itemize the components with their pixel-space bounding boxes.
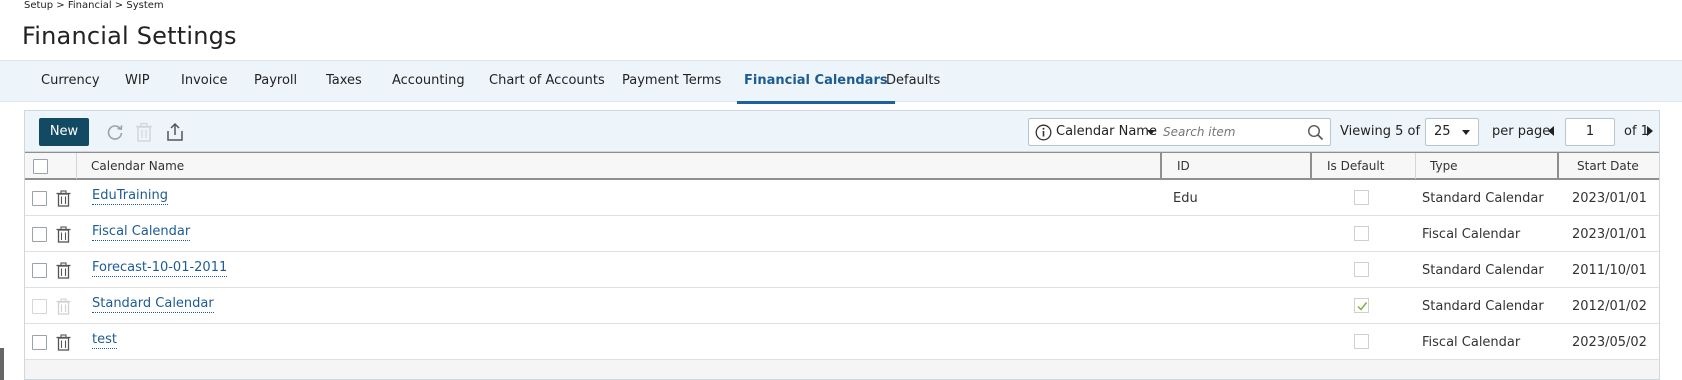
column-resize-handle[interactable] (1557, 153, 1559, 179)
calendar-type: Standard Calendar (1422, 191, 1544, 206)
calendar-name-link[interactable]: Standard Calendar (92, 296, 214, 313)
start-date: 2023/05/02 (1572, 335, 1647, 350)
calendar-type: Fiscal Calendar (1422, 335, 1521, 350)
tab-currency[interactable]: Currency (41, 61, 100, 102)
window-edge (0, 348, 4, 380)
is-default-checkbox (1354, 190, 1369, 205)
calendar-type: Standard Calendar (1422, 263, 1544, 278)
table-row[interactable]: Fiscal Calendar Fiscal Calendar 2023/01/… (25, 216, 1659, 252)
calendars-grid-panel: New Calendar Name Viewing 5 of 5 25 (24, 110, 1660, 380)
viewing-count: Viewing 5 of 5 (1340, 124, 1432, 139)
calendar-type: Standard Calendar (1422, 299, 1544, 314)
column-resize-handle[interactable] (1310, 153, 1312, 179)
row-checkbox[interactable] (32, 335, 47, 350)
column-divider (1415, 153, 1416, 179)
calendar-name-link[interactable]: Fiscal Calendar (92, 224, 191, 241)
table-row[interactable]: test Fiscal Calendar 2023/05/02 (25, 324, 1659, 360)
delete-icon[interactable] (134, 122, 154, 142)
tab-invoice[interactable]: Invoice (181, 61, 227, 102)
is-default-checkbox (1354, 298, 1369, 313)
next-page-icon[interactable] (1647, 126, 1653, 136)
tab-defaults[interactable]: Defaults (886, 61, 940, 102)
column-resize-handle[interactable] (1160, 153, 1162, 179)
info-icon[interactable] (1035, 124, 1052, 145)
tab-payroll[interactable]: Payroll (254, 61, 297, 102)
search-box: Calendar Name (1028, 118, 1331, 146)
calendar-type: Fiscal Calendar (1422, 227, 1521, 242)
chevron-down-icon[interactable] (1147, 130, 1155, 135)
calendar-name-link[interactable]: Forecast-10-01-2011 (92, 260, 228, 277)
search-icon[interactable] (1307, 124, 1324, 145)
new-button[interactable]: New (39, 118, 89, 146)
per-page-label: per page (1492, 124, 1551, 139)
tab-payment-terms[interactable]: Payment Terms (622, 61, 721, 102)
trash-icon[interactable] (56, 226, 71, 247)
trash-icon[interactable] (56, 262, 71, 283)
calendar-name-link[interactable]: EduTraining (92, 188, 169, 205)
tab-financial-calendars[interactable]: Financial Calendars (737, 61, 895, 104)
refresh-icon[interactable] (105, 122, 125, 142)
select-all-checkbox[interactable] (33, 159, 48, 174)
page-title: Financial Settings (22, 22, 237, 50)
column-header-is-default[interactable]: Is Default (1327, 153, 1384, 179)
tab-chart-of-accounts[interactable]: Chart of Accounts (489, 61, 605, 102)
table-row[interactable]: EduTraining Edu Standard Calendar 2023/0… (25, 180, 1659, 216)
column-header-id[interactable]: ID (1177, 153, 1190, 179)
tab-accounting[interactable]: Accounting (392, 61, 465, 102)
table-header: Calendar Name ID Is Default Type Start D… (25, 152, 1659, 180)
calendar-name-link[interactable]: test (92, 332, 117, 349)
start-date: 2012/01/02 (1572, 299, 1647, 314)
is-default-checkbox (1354, 334, 1369, 349)
start-date: 2011/10/01 (1572, 263, 1647, 278)
tab-taxes[interactable]: Taxes (326, 61, 362, 102)
trash-icon (56, 298, 71, 319)
search-input[interactable] (1163, 122, 1303, 142)
start-date: 2023/01/01 (1572, 191, 1647, 206)
column-header-start-date[interactable]: Start Date (1577, 153, 1639, 179)
row-checkbox[interactable] (32, 263, 47, 278)
column-header-type[interactable]: Type (1430, 153, 1458, 179)
page-count: of 1 (1624, 124, 1649, 139)
column-divider (76, 153, 77, 179)
per-page-value: 25 (1434, 124, 1451, 139)
checkmark-icon (1357, 302, 1368, 311)
grid-toolbar: New Calendar Name Viewing 5 of 5 25 (25, 111, 1659, 152)
per-page-select[interactable]: 25 (1425, 118, 1479, 146)
tab-wip[interactable]: WIP (125, 61, 150, 102)
row-checkbox (32, 299, 47, 314)
column-header-calendar-name[interactable]: Calendar Name (91, 153, 184, 179)
start-date: 2023/01/01 (1572, 227, 1647, 242)
breadcrumb[interactable]: Setup > Financial > System (24, 0, 164, 11)
is-default-checkbox (1354, 226, 1369, 241)
is-default-checkbox (1354, 262, 1369, 277)
row-checkbox[interactable] (32, 227, 47, 242)
table-row[interactable]: Standard Calendar Standard Calendar 2012… (25, 288, 1659, 324)
page-number-input[interactable]: 1 (1565, 118, 1615, 146)
export-icon[interactable] (165, 122, 185, 142)
tab-bar: Currency WIP Invoice Payroll Taxes Accou… (0, 60, 1682, 104)
viewing-label: Viewing (1340, 124, 1391, 139)
trash-icon[interactable] (56, 190, 71, 211)
chevron-down-icon (1462, 130, 1470, 135)
previous-page-icon[interactable] (1548, 126, 1554, 136)
table-row[interactable]: Forecast-10-01-2011 Standard Calendar 20… (25, 252, 1659, 288)
search-field-select[interactable]: Calendar Name (1056, 124, 1157, 139)
trash-icon[interactable] (56, 334, 71, 355)
row-checkbox[interactable] (32, 191, 47, 206)
calendar-id: Edu (1173, 191, 1198, 206)
